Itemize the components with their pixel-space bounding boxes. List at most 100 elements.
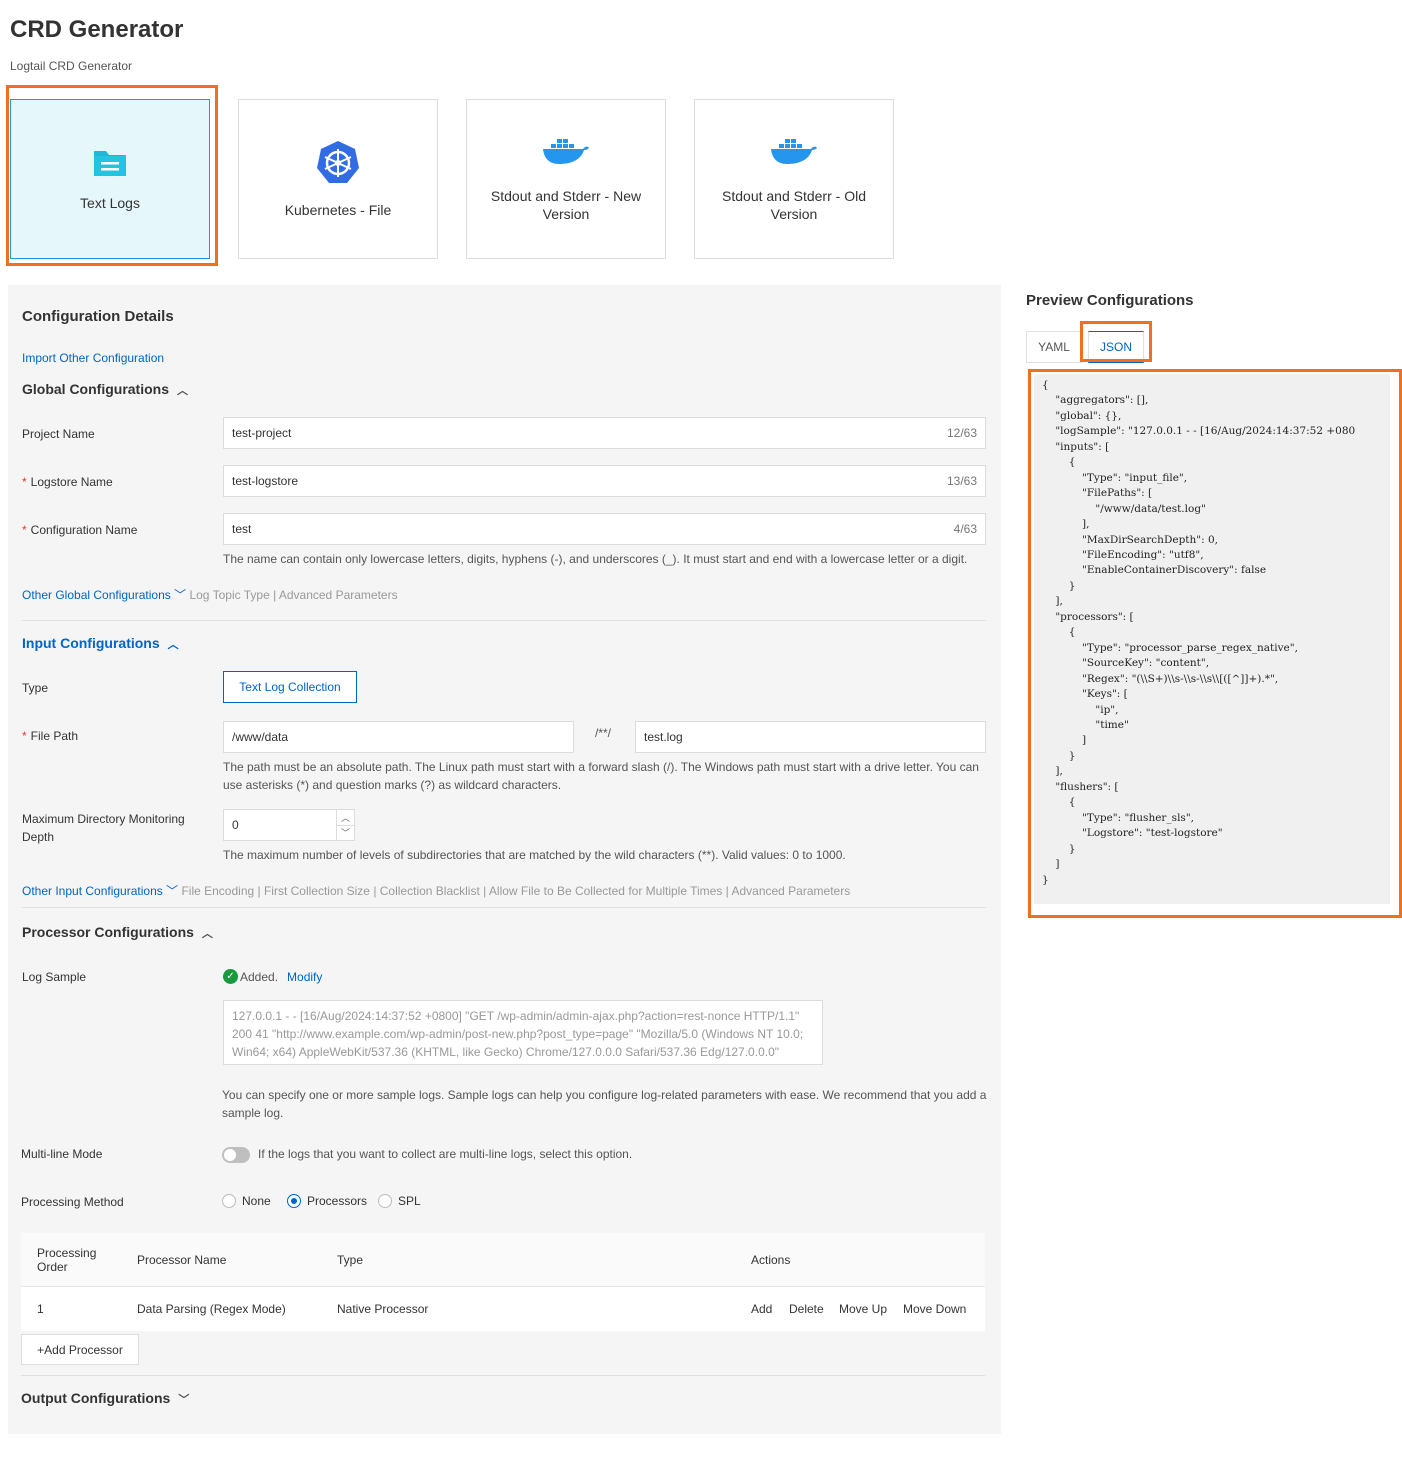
depth-stepper[interactable]: 0 ︿ ﹀ [223,809,355,841]
log-sample-hint-2: sample log. [222,1106,284,1120]
chevron-down-icon[interactable]: ﹀ [174,588,186,602]
multiline-hint: If the logs that you want to collect are… [258,1147,633,1161]
other-input-config-items: File Encoding | First Collection Size | … [181,884,851,898]
other-input-config: Other Input Configurations ﹀ File Encodi… [22,882,850,899]
chevron-down-icon[interactable]: ﹀ [337,826,354,841]
configuration-name-input[interactable]: test 4/63 [223,513,986,545]
row-move-down-action[interactable]: Move Down [903,1302,966,1316]
global-config-header[interactable]: Global Configurations ︿ [22,381,188,398]
global-config-title: Global Configurations [22,381,169,397]
page-subtitle: Logtail CRD Generator [10,59,133,73]
text-log-collection-button[interactable]: Text Log Collection [223,671,357,703]
header-name: Processor Name [137,1252,227,1267]
logstore-name-value: test-logstore [232,474,299,488]
depth-label-2: Depth [22,830,55,844]
other-global-config-items: Log Topic Type | Advanced Parameters [189,588,398,602]
depth-value: 0 [232,818,239,832]
card-stdout-old[interactable]: Stdout and Stderr - Old Version [694,99,894,259]
header-order-line-1: Processing [37,1245,97,1260]
log-sample-modify-link[interactable]: Modify [287,970,322,984]
other-global-config-link[interactable]: Other Global Configurations [22,588,171,602]
input-config-header[interactable]: Input Configurations ︿ [22,635,179,652]
logstore-name-input[interactable]: test-logstore 13/63 [223,465,986,497]
other-global-config: Other Global Configurations ﹀ Log Topic … [22,586,398,603]
divider [22,907,986,908]
other-input-config-link[interactable]: Other Input Configurations [22,884,163,898]
log-sample-line-1: 127.0.0.1 - - [16/Aug/2024:14:37:52 +080… [232,1009,800,1023]
card-label: Stdout and Stderr - New Version [490,187,642,222]
configuration-name-count: 4/63 [953,522,977,536]
chevron-down-icon[interactable]: ﹀ [166,884,178,898]
type-label: Type [22,681,49,695]
row-processor-name[interactable]: Data Parsing (Regex Mode) [137,1302,286,1316]
processor-config-header[interactable]: Processor Configurations ︿ [22,924,213,941]
output-config-header[interactable]: Output Configurations ﹀ [21,1390,189,1407]
card-kubernetes-file[interactable]: Kubernetes - File [238,99,438,259]
row-type: Native Processor [337,1302,429,1316]
processor-config-title: Processor Configurations [22,924,194,940]
tab-json[interactable]: JSON [1088,331,1144,363]
radio-processors[interactable]: Processors [287,1194,367,1208]
depth-label-1: Maximum Directory Monitoring [22,812,185,826]
card-text-logs[interactable]: Text Logs [10,99,210,259]
log-sample-added: Added. [240,969,279,984]
row-add-action[interactable]: Add [751,1302,772,1316]
file-path-separator: /**/ [595,726,612,740]
import-config-link[interactable]: Import Other Configuration [22,351,164,365]
stepper-arrows: ︿ ﹀ [336,810,354,840]
file-path-label-text: File Path [30,729,79,743]
multiline-toggle[interactable] [222,1147,250,1163]
log-sample-line-3: Win64; x64) AppleWebKit/537.36 (KHTML, l… [232,1045,780,1059]
radio-dot [287,1194,301,1208]
radio-label: SPL [398,1194,421,1208]
file-path-hint-1: The path must be an absolute path. The L… [223,760,979,774]
input-config-title: Input Configurations [22,635,160,651]
divider [22,620,986,621]
card-label: Text Logs [80,194,140,211]
configuration-name-value: test [232,522,252,536]
multiline-label: Multi-line Mode [21,1147,103,1161]
file-path-file-value: test.log [644,730,683,744]
card-stdout-new[interactable]: Stdout and Stderr - New Version [466,99,666,259]
row-move-up-action[interactable]: Move Up [839,1302,887,1316]
processing-method-label: Processing Method [21,1195,124,1209]
configuration-name-label: * Configuration Name [22,523,138,537]
depth-hint: The maximum number of levels of subdirec… [223,848,846,862]
log-sample-label: Log Sample [22,970,87,984]
chevron-up-icon: ︿ [177,385,188,397]
radio-none[interactable]: None [222,1194,271,1208]
add-processor-button[interactable]: +Add Processor [21,1334,139,1365]
folder-icon [93,147,127,180]
project-name-input[interactable]: test-project 12/63 [223,417,986,449]
radio-spl[interactable]: SPL [378,1194,421,1208]
row-delete-action[interactable]: Delete [789,1302,824,1316]
project-name-value: test-project [232,426,292,440]
json-code: { "aggregators": [], "global": {}, "logS… [1042,379,1356,886]
header-order-line-2: Order [37,1259,68,1274]
file-path-dir-value: /www/data [232,730,289,744]
table-row: 1 Data Parsing (Regex Mode) Native Proce… [21,1287,985,1331]
project-name-label: Project Name [22,427,95,441]
file-path-file-input[interactable]: test.log [635,721,986,753]
card-label: Stdout and Stderr - Old Version [722,187,866,222]
row-order: 1 [37,1302,44,1316]
configuration-name-hint: The name can contain only lowercase lett… [223,552,968,566]
log-sample-textarea[interactable]: 127.0.0.1 - - [16/Aug/2024:14:37:52 +080… [223,1000,823,1065]
docker-icon [769,136,819,169]
file-path-label: * File Path [22,729,79,743]
json-preview: { "aggregators": [], "global": {}, "logS… [1034,374,1390,904]
file-path-dir-input[interactable]: /www/data [223,721,574,753]
radio-label: Processors [307,1194,368,1208]
log-sample-line-2: 200 41 "http://www.example.com/wp-admin/… [232,1027,804,1041]
header-actions: Actions [751,1252,791,1267]
preview-title: Preview Configurations [1026,292,1194,309]
log-sample-status: ✓ Added. Modify [223,969,322,984]
logstore-name-label: * Logstore Name [22,475,113,489]
header-order: Processing Order [37,1246,96,1274]
configuration-details-title: Configuration Details [22,308,174,325]
project-name-count: 12/63 [946,426,977,440]
header-type: Type [337,1252,364,1267]
tab-yaml[interactable]: YAML [1026,331,1082,363]
chevron-up-icon[interactable]: ︿ [337,810,354,826]
chevron-down-icon: ﹀ [178,1394,190,1406]
